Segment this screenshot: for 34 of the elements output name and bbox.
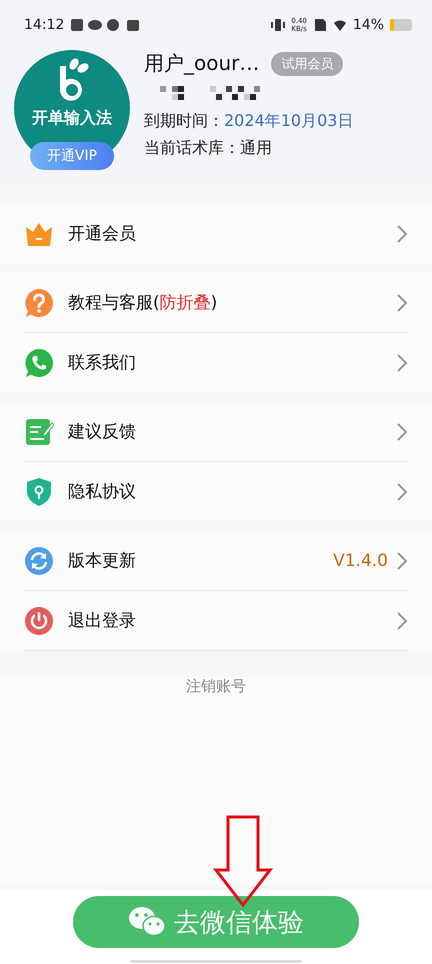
wifi-icon: [332, 18, 347, 32]
question-icon: [24, 288, 54, 318]
chevron-right-icon: [396, 292, 408, 312]
chevron-right-icon: [396, 482, 408, 502]
time: 14:12: [24, 17, 64, 33]
power-icon: [24, 606, 54, 636]
notification-icons-drawing: [70, 18, 140, 32]
vibrate-icon: [271, 18, 286, 32]
trial-member-badge: 试用会员: [271, 52, 344, 76]
expiry-date-text: 到期时间：2024年10月03日: [144, 111, 354, 132]
chevron-right-icon: [396, 422, 408, 442]
menu-item-label[interactable]: 隐私协议: [68, 480, 136, 503]
chat-bubbles-icon: [128, 906, 166, 938]
script-library-text: 当前话术库：通用: [144, 138, 273, 159]
chevron-right-icon: [396, 550, 408, 570]
menu-item-label[interactable]: 退出登录: [68, 609, 136, 632]
chevron-right-icon: [396, 224, 408, 244]
menu-item-label[interactable]: 建议反馈: [68, 420, 136, 443]
version-text: V1.4.0: [333, 550, 388, 570]
battery-percent: 14%: [352, 17, 384, 33]
username: 用户_oour…: [144, 50, 260, 77]
menu-item-label[interactable]: 版本更新: [68, 549, 136, 572]
note-pencil-icon: [24, 416, 54, 446]
refresh-icon: [24, 546, 54, 576]
logo-text: 开单输入法: [32, 108, 112, 129]
menu-item-label[interactable]: 联系我们: [68, 351, 136, 374]
phone-icon: [24, 348, 54, 378]
sim-icon: [312, 18, 327, 32]
battery-icon: [390, 19, 412, 31]
menu-item-label[interactable]: 教程与客服(防折叠): [68, 291, 218, 314]
chevron-right-icon: [396, 352, 408, 372]
chevron-right-icon: [396, 610, 408, 630]
menu-item-label[interactable]: 开通会员: [68, 222, 136, 245]
shield-icon: [24, 476, 54, 506]
